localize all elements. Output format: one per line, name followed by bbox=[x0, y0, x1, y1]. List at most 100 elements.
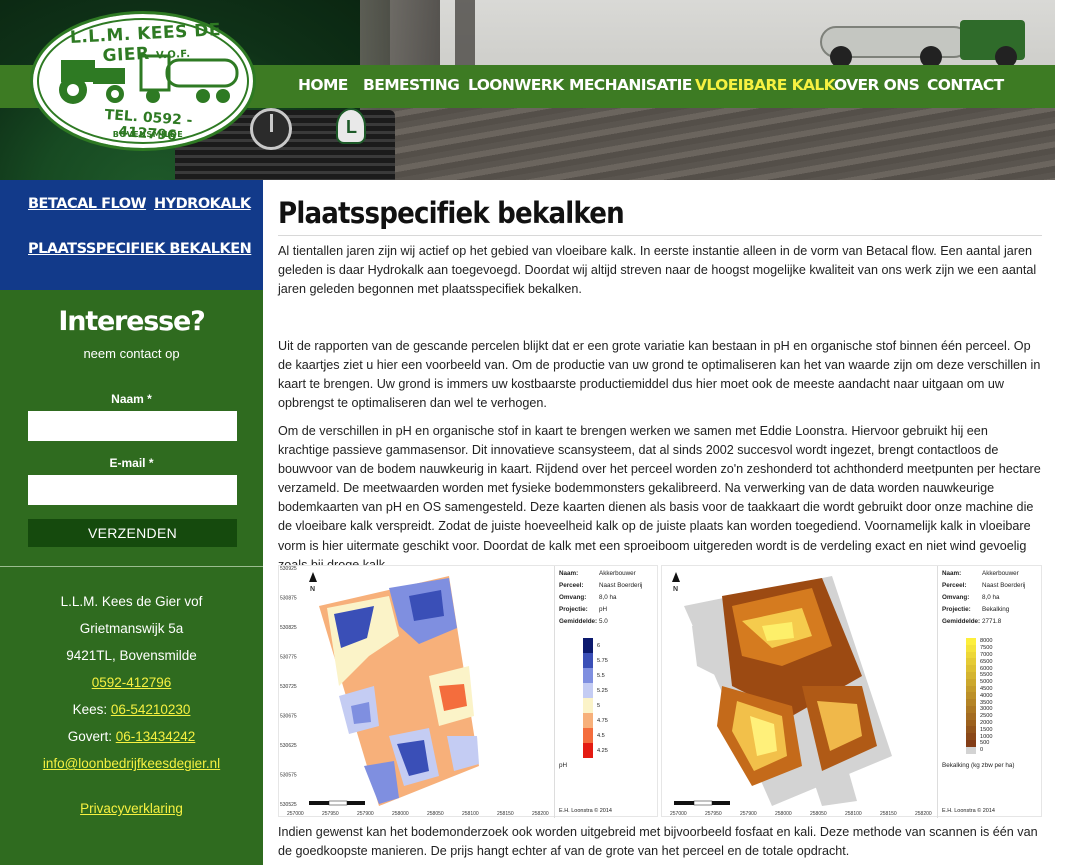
tractor-truck-icon bbox=[59, 54, 239, 104]
lime-legend-label: 0 bbox=[980, 747, 984, 754]
ph-legend-label: 5.25 bbox=[597, 687, 608, 694]
ph-map: 530925 530875 530825 530775 530725 530675 5306… bbox=[279, 566, 555, 818]
nav-item-over-ons[interactable]: OVER ONS bbox=[834, 76, 920, 100]
ph-legend-swatch bbox=[583, 743, 593, 758]
lime-legend-label: 500 bbox=[980, 740, 990, 747]
ph-legend-label: 6 bbox=[597, 642, 601, 649]
sub-nav: BETACAL FLOW HYDROKALK PLAATSSPECIFIEK B… bbox=[0, 180, 263, 290]
ph-x-axis-tick: 258000 bbox=[392, 811, 409, 817]
lime-legend-swatch bbox=[966, 638, 976, 645]
lime-legend-label: 5500 bbox=[980, 672, 993, 679]
ph-x-axis-tick: 257900 bbox=[357, 811, 374, 817]
nav-item-vloeibare-kalk[interactable]: VLOEIBARE KALK bbox=[695, 76, 836, 100]
lime-legend-swatch bbox=[966, 706, 976, 713]
ph-legend-label: 5.75 bbox=[597, 657, 608, 664]
ph-legend-swatch bbox=[583, 668, 593, 683]
kees-phone-link[interactable]: 06-54210230 bbox=[111, 702, 191, 717]
ph-legend-label: 5.5 bbox=[597, 672, 605, 679]
ph-y-axis-tick: 530875 bbox=[280, 596, 297, 602]
nav-item-contact[interactable]: CONTACT bbox=[927, 76, 1004, 100]
ph-legend-label: 4.25 bbox=[597, 747, 608, 754]
lime-legend-swatch bbox=[966, 712, 976, 720]
email-link[interactable]: info@loonbedrijfkeesdegier.nl bbox=[43, 756, 220, 771]
ph-x-axis-tick: 258150 bbox=[497, 811, 514, 817]
lime-legend-label: 1000 bbox=[980, 733, 993, 740]
lime-x-axis-tick: 258100 bbox=[845, 811, 862, 817]
nav-item-loonwerk[interactable]: LOONWERK bbox=[468, 76, 564, 100]
lime-x-axis-tick: 257900 bbox=[740, 811, 757, 817]
sub-link-hydrokalk[interactable]: HYDROKALK bbox=[154, 196, 251, 212]
ph-y-axis-tick: 530525 bbox=[280, 802, 297, 808]
lime-legend-swatch bbox=[966, 733, 976, 740]
ph-y-axis-tick: 530925 bbox=[280, 566, 297, 572]
nav-item-home[interactable]: HOME bbox=[298, 76, 348, 100]
company-logo[interactable]: L.L.M. KEES DE GIER V.O.F. TEL. 0592 - 4… bbox=[30, 11, 256, 151]
lime-legend-swatch bbox=[966, 665, 976, 672]
lime-legend: Naam: Akkerbouwer Perceel: Naast Boerderij… bbox=[937, 566, 1043, 818]
lime-legend-swatch bbox=[966, 685, 976, 693]
mercedes-logo-icon bbox=[250, 108, 292, 150]
lime-legend-label: 2000 bbox=[980, 720, 993, 726]
ph-legend-swatch bbox=[583, 683, 593, 698]
city-address: 9421TL, Bovensmilde bbox=[66, 648, 197, 663]
lime-legend-swatch bbox=[966, 719, 976, 727]
lime-legend-swatch bbox=[966, 658, 976, 666]
privacy-link[interactable]: Privacyverklaring bbox=[80, 801, 183, 816]
svg-text:N: N bbox=[310, 586, 315, 593]
paragraph-method: Om de verschillen in pH en organische st… bbox=[278, 424, 1041, 572]
tanker-photo bbox=[800, 12, 1030, 68]
soil-maps: 530925 530875 530825 530775 530725 530675 5306… bbox=[278, 565, 1043, 818]
phone-link[interactable]: 0592-412796 bbox=[92, 675, 172, 690]
lime-x-axis-tick: 258000 bbox=[775, 811, 792, 817]
email-label: E-mail * bbox=[109, 456, 154, 470]
lime-x-axis-tick: 257000 bbox=[670, 811, 687, 817]
lime-x-axis-tick: 258150 bbox=[880, 811, 897, 817]
lime-legend-label: 6500 bbox=[980, 658, 993, 665]
ph-legend-label: 4.5 bbox=[597, 732, 605, 739]
lime-legend-swatch bbox=[966, 740, 976, 747]
ph-y-axis-tick: 530675 bbox=[280, 714, 297, 720]
page-title: Plaatsspecifiek bekalken bbox=[278, 196, 625, 230]
ph-x-axis-tick: 258200 bbox=[532, 811, 549, 817]
name-label: Naam * bbox=[111, 392, 152, 406]
title-divider bbox=[278, 235, 1042, 236]
ph-legend-swatch bbox=[583, 698, 593, 713]
company-name: L.L.M. Kees de Gier vof bbox=[60, 594, 203, 609]
ph-y-axis-tick: 530775 bbox=[280, 655, 297, 661]
contact-form: Interesse? neem contact op Naam * E-mail… bbox=[0, 290, 263, 566]
ph-y-axis-tick: 530625 bbox=[280, 743, 297, 749]
lime-legend-label: 3500 bbox=[980, 699, 993, 706]
ph-legend-swatch bbox=[583, 713, 593, 728]
ph-legend-label: 4.75 bbox=[597, 717, 608, 724]
ph-x-axis-tick: 257950 bbox=[322, 811, 339, 817]
ph-legend-swatch bbox=[583, 638, 593, 653]
ph-legend-swatch bbox=[583, 728, 593, 743]
ph-legend-label: 5 bbox=[597, 702, 601, 709]
nav-item-bemesting[interactable]: BEMESTING bbox=[363, 76, 460, 100]
kees-label: Kees: bbox=[72, 702, 108, 717]
sub-link-betacal-flow[interactable]: BETACAL FLOW bbox=[28, 196, 147, 212]
lime-legend-swatch bbox=[966, 651, 976, 659]
submit-button[interactable]: VERZENDEN bbox=[28, 519, 237, 547]
name-field[interactable] bbox=[28, 411, 237, 441]
sub-link-plaatsspecifiek[interactable]: PLAATSSPECIFIEK BEKALKEN bbox=[28, 241, 252, 257]
lime-legend-swatch bbox=[966, 678, 976, 686]
nav-item-mechanisatie[interactable]: MECHANISATIE bbox=[569, 76, 692, 100]
email-field[interactable] bbox=[28, 475, 237, 505]
svg-text:N: N bbox=[673, 586, 678, 593]
lime-legend-swatch bbox=[966, 692, 976, 700]
ph-legend: Naam: Akkerbouwer Perceel: Naast Boerderij… bbox=[554, 566, 660, 818]
paragraph-extension: Indien gewenst kan het bodemonderzoek oo… bbox=[278, 825, 1038, 859]
lime-legend-swatch bbox=[966, 699, 976, 706]
lime-legend-label: 4000 bbox=[980, 692, 993, 699]
lime-legend-label: 6000 bbox=[980, 665, 993, 672]
paragraph-intro: Al tientallen jaren zijn wij actief op h… bbox=[278, 244, 1037, 297]
govert-phone-link[interactable]: 06-13434242 bbox=[116, 729, 196, 744]
lime-x-axis-tick: 257950 bbox=[705, 811, 722, 817]
govert-label: Govert: bbox=[67, 729, 112, 744]
field-photo bbox=[380, 108, 1055, 180]
paragraph-variation: Uit de rapporten van de gescande percele… bbox=[278, 339, 1041, 411]
interest-heading: Interesse? bbox=[58, 306, 205, 337]
lime-legend-label: 4500 bbox=[980, 686, 993, 692]
ph-y-axis-tick: 530825 bbox=[280, 625, 297, 631]
